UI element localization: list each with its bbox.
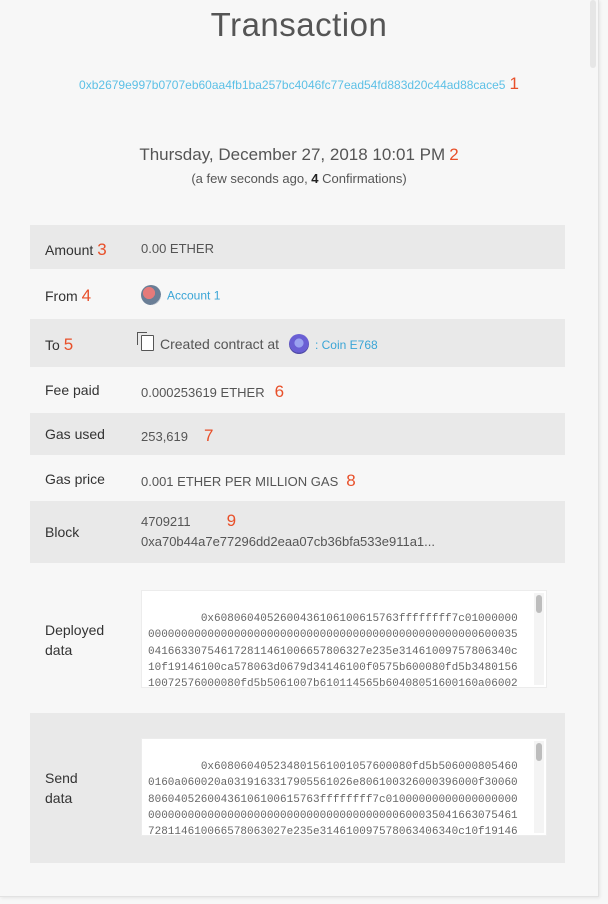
row-to: To 5 Created contract at : Coin E768 <box>30 319 565 367</box>
contract-link[interactable]: : Coin E768 <box>315 338 378 352</box>
to-value: Created contract at : Coin E768 <box>137 332 378 355</box>
send-label-line2: data <box>45 790 73 806</box>
marker-6: 6 <box>274 382 285 401</box>
block-hash[interactable]: 0xa70b44a7e77296dd2eaa07cb36bfa533e911a1… <box>141 532 435 552</box>
deployed-data-box[interactable]: 0x6080604052600436106100615763ffffffff7c… <box>141 590 547 688</box>
block-label: Block <box>45 524 80 540</box>
deployed-label-line1: Deployed <box>45 622 105 638</box>
gas-price-value: 0.001 ETHER PER MILLION GAS <box>141 474 339 489</box>
deployed-label: Deployed data <box>45 620 104 660</box>
row-deployed-data: Deployed data 0x608060405260043610610061… <box>30 565 565 695</box>
deployed-label-line2: data <box>45 642 73 658</box>
row-gas-price: Gas price 0.001 ETHER PER MILLION GAS 8 <box>30 457 565 501</box>
amount-value: 0.00 ETHER <box>141 241 214 256</box>
gas-price-label: Gas price <box>45 471 105 487</box>
from-label: From <box>45 288 78 304</box>
from-value: Account 1 <box>141 285 220 305</box>
block-number-line: 4709211 9 <box>141 511 435 532</box>
contract-document-icon <box>137 332 154 351</box>
fee-value-wrap: 0.000253619 ETHER 6 <box>141 382 284 402</box>
to-label-wrap: To 5 <box>45 335 73 355</box>
marker-1: 1 <box>509 74 519 93</box>
ago-prefix: (a few seconds ago, <box>191 171 312 186</box>
gas-used-value: 253,619 <box>141 429 188 444</box>
row-block: Block 4709211 9 0xa70b44a7e77296dd2eaa07c… <box>30 501 565 563</box>
row-send-data: Send data 0x6080604052348015610010576000… <box>30 713 565 863</box>
amount-label: Amount <box>45 242 94 258</box>
account-avatar-icon <box>141 285 161 305</box>
deployed-scrollbar[interactable] <box>536 595 542 613</box>
row-amount: Amount 3 0.00 ETHER <box>30 225 565 269</box>
gas-price-value-wrap: 0.001 ETHER PER MILLION GAS 8 <box>141 471 356 491</box>
transaction-hash-row: 0xb2679e997b0707eb60aa4fb1ba257bc4046fc7… <box>0 74 598 94</box>
block-value: 4709211 9 0xa70b44a7e77296dd2eaa07cb36bfa… <box>141 511 435 552</box>
to-prefix: Created contract at <box>160 336 280 352</box>
from-label-wrap: From 4 <box>45 286 91 306</box>
send-data-box[interactable]: 0x608060405234801561001057600080fd5b5060… <box>141 738 547 836</box>
send-data-text: 0x608060405234801561001057600080fd5b5060… <box>148 761 518 836</box>
row-gas-used: Gas used 253,619 7 <box>30 413 565 455</box>
marker-3: 3 <box>97 240 107 259</box>
deployed-data-text: 0x6080604052600436106100615763ffffffff7c… <box>148 613 518 688</box>
send-label: Send data <box>45 768 78 808</box>
fee-label: Fee paid <box>45 382 100 398</box>
block-number[interactable]: 4709211 <box>141 514 191 529</box>
transaction-date-row: Thursday, December 27, 2018 10:01 PM 2 <box>0 145 598 165</box>
gas-used-value-wrap: 253,619 7 <box>141 426 213 446</box>
ago-suffix: Confirmations) <box>318 171 407 186</box>
contract-avatar-icon <box>288 334 309 355</box>
confirmation-count: 4 <box>311 171 319 186</box>
marker-5: 5 <box>63 335 74 354</box>
to-label: To <box>45 337 60 353</box>
marker-7: 7 <box>204 426 214 445</box>
transaction-hash-link[interactable]: 0xb2679e997b0707eb60aa4fb1ba257bc4046fc7… <box>79 78 505 92</box>
send-label-line1: Send <box>45 770 78 786</box>
marker-2: 2 <box>449 145 459 164</box>
from-account-link[interactable]: Account 1 <box>167 288 220 302</box>
confirmation-info: (a few seconds ago, 4 Confirmations) <box>0 171 598 186</box>
marker-8: 8 <box>346 471 356 490</box>
gas-used-label: Gas used <box>45 426 105 442</box>
marker-4: 4 <box>81 286 92 305</box>
row-fee: Fee paid 0.000253619 ETHER 6 <box>30 369 565 413</box>
page-title: Transaction <box>210 6 388 43</box>
row-from: From 4 Account 1 <box>30 273 565 317</box>
transaction-panel: Transaction 0xb2679e997b0707eb60aa4fb1ba… <box>0 0 599 897</box>
send-scrollbar[interactable] <box>536 743 542 761</box>
amount-label-wrap: Amount 3 <box>45 240 107 260</box>
transaction-date: Thursday, December 27, 2018 10:01 PM <box>139 145 446 164</box>
marker-9: 9 <box>226 511 237 530</box>
fee-value: 0.000253619 ETHER <box>141 385 265 400</box>
